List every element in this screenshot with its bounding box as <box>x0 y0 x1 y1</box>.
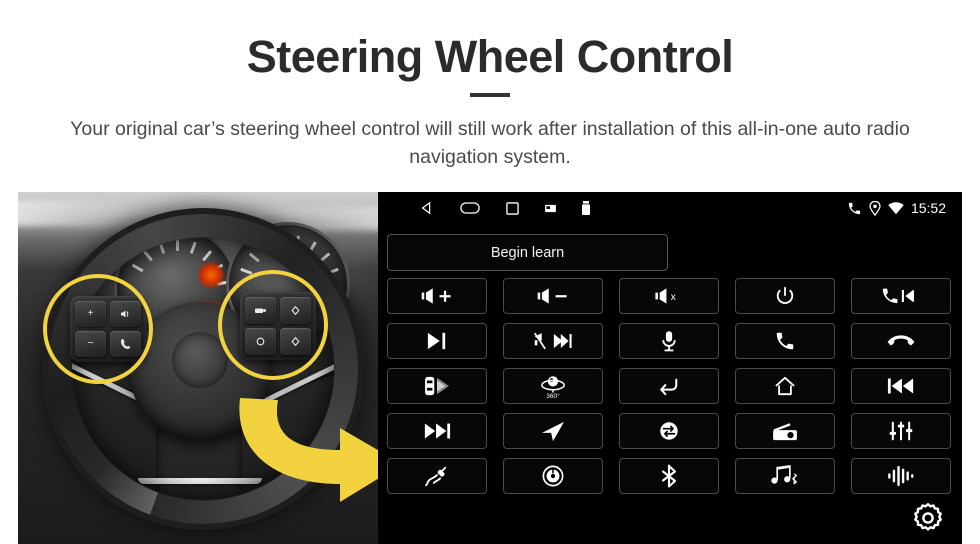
page-subtitle: Your original car’s steering wheel contr… <box>70 118 910 168</box>
status-indicators: 15:52 <box>847 192 946 224</box>
home-icon[interactable] <box>460 202 480 214</box>
answer-call-button[interactable] <box>735 323 835 359</box>
title-divider <box>470 93 510 97</box>
disc-player-button[interactable] <box>503 458 603 494</box>
volume-down-button[interactable] <box>503 278 603 314</box>
camera-360-button[interactable]: 360° <box>503 368 603 404</box>
radio-button[interactable] <box>735 413 835 449</box>
head-unit-screen: 15:52 Begin learn x 360° <box>378 192 962 544</box>
microphone-button[interactable] <box>619 323 719 359</box>
call-previous-button[interactable] <box>851 278 951 314</box>
navigation-buttons <box>420 201 590 215</box>
dashboard-glare-left <box>18 200 138 226</box>
begin-learn-button[interactable]: Begin learn <box>387 234 668 271</box>
back-arrow-button[interactable] <box>619 368 719 404</box>
power-button[interactable] <box>735 278 835 314</box>
page-title: Steering Wheel Control <box>246 31 734 82</box>
aux-input-button[interactable] <box>387 458 487 494</box>
home-button[interactable] <box>735 368 835 404</box>
navigation-button[interactable] <box>503 413 603 449</box>
recents-icon[interactable] <box>506 201 519 215</box>
steering-wheel-photo: + − <box>18 192 378 544</box>
play-pause-button[interactable] <box>387 323 487 359</box>
sound-wave-button[interactable] <box>851 458 951 494</box>
equalizer-button[interactable] <box>851 413 951 449</box>
back-icon[interactable] <box>420 201 434 215</box>
next-track-button[interactable] <box>387 413 487 449</box>
svg-text:360°: 360° <box>546 392 560 399</box>
location-icon <box>869 200 881 216</box>
content-section: + − 15:52 Begin learn x 360° <box>0 192 980 544</box>
mute-button[interactable]: x <box>619 278 719 314</box>
page-root: Steering Wheel Control Your original car… <box>0 0 980 544</box>
bluetooth-music-button[interactable] <box>735 458 835 494</box>
bluetooth-button[interactable] <box>619 458 719 494</box>
yellow-arrow-icon <box>228 388 378 508</box>
source-switch-button[interactable] <box>619 413 719 449</box>
sd-card-icon <box>545 204 556 213</box>
status-bar: 15:52 <box>378 192 962 224</box>
usb-icon <box>582 201 590 215</box>
mute-next-button[interactable] <box>503 323 603 359</box>
parking-sensor-button[interactable] <box>387 368 487 404</box>
phone-icon <box>847 201 862 216</box>
svg-text:x: x <box>671 292 676 303</box>
previous-track-button[interactable] <box>851 368 951 404</box>
swc-button-grid: x 360° <box>387 278 953 494</box>
highlight-circle-left <box>43 274 153 384</box>
wifi-icon <box>888 201 904 215</box>
settings-gear-icon[interactable] <box>908 498 948 538</box>
header-section: Steering Wheel Control Your original car… <box>0 0 980 190</box>
clock-time: 15:52 <box>910 200 946 216</box>
hang-up-button[interactable] <box>851 323 951 359</box>
volume-up-button[interactable] <box>387 278 487 314</box>
highlight-circle-right <box>218 270 328 380</box>
